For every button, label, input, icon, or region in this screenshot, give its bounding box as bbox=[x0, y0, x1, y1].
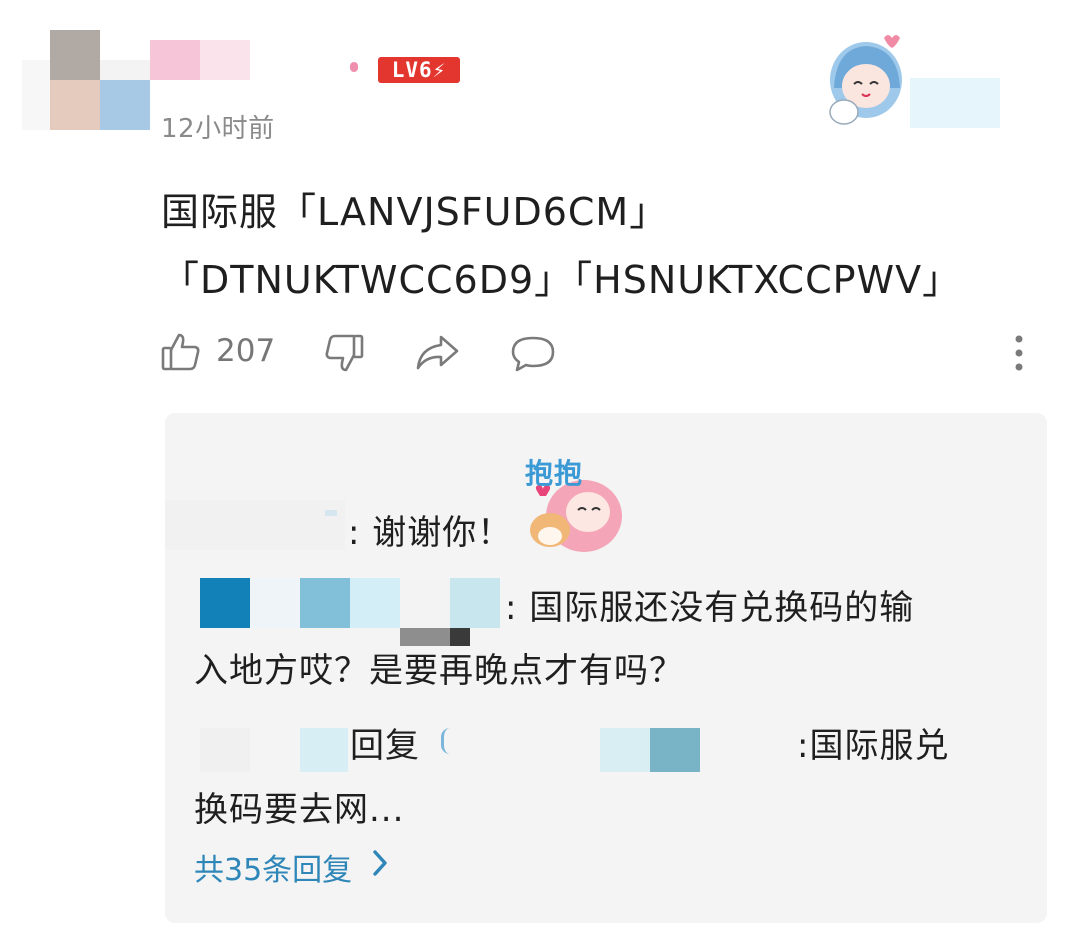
username[interactable] bbox=[150, 40, 360, 80]
chevron-right-icon bbox=[370, 848, 390, 886]
comment-body: 国际服「LANVJSFUD6CM」 「DTNUKTWCC6D9」「HSNUKTX… bbox=[161, 178, 1041, 314]
hug-sticker-icon: 抱抱 bbox=[522, 450, 624, 552]
more-replies-label: 共35条回复 bbox=[194, 853, 353, 888]
reply-text-3-line-1: :国际服兑 bbox=[797, 726, 950, 766]
avatar[interactable] bbox=[22, 30, 150, 130]
level-badge: LV6⚡ bbox=[378, 57, 460, 83]
share-icon[interactable] bbox=[414, 332, 460, 372]
reply-word: 回复 bbox=[350, 726, 420, 766]
more-replies-link[interactable]: 共35条回复 bbox=[194, 845, 390, 889]
reply-username-3[interactable] bbox=[200, 728, 350, 772]
reply-username-1[interactable] bbox=[165, 500, 345, 550]
like-count: 207 bbox=[216, 333, 276, 369]
comment-time: 12小时前 bbox=[161, 114, 275, 144]
reply-target-username[interactable] bbox=[438, 720, 800, 772]
more-vertical-icon[interactable] bbox=[1012, 334, 1026, 372]
reply-text-1: : 谢谢你！ bbox=[348, 513, 513, 553]
reply-username-2[interactable] bbox=[200, 578, 505, 648]
reply-text-2-line-1: : 国际服还没有兑换码的输 bbox=[505, 588, 915, 628]
thumb-down-icon[interactable] bbox=[323, 332, 365, 374]
hug-sticker-label: 抱抱 bbox=[525, 457, 584, 490]
reply-text-2-line-2: 入地方哎？是要再晚点才有吗？ bbox=[194, 651, 684, 691]
fan-badge-icon bbox=[814, 28, 1004, 128]
reply-text-3-line-2: 换码要去网... bbox=[194, 790, 405, 830]
comment-body-line-1: 国际服「LANVJSFUD6CM」 bbox=[161, 190, 669, 234]
comment-icon[interactable] bbox=[510, 334, 556, 374]
thumb-up-icon[interactable] bbox=[160, 331, 202, 373]
comment-body-line-2: 「DTNUKTWCC6D9」「HSNUKTXCCPWV」 bbox=[161, 258, 962, 302]
